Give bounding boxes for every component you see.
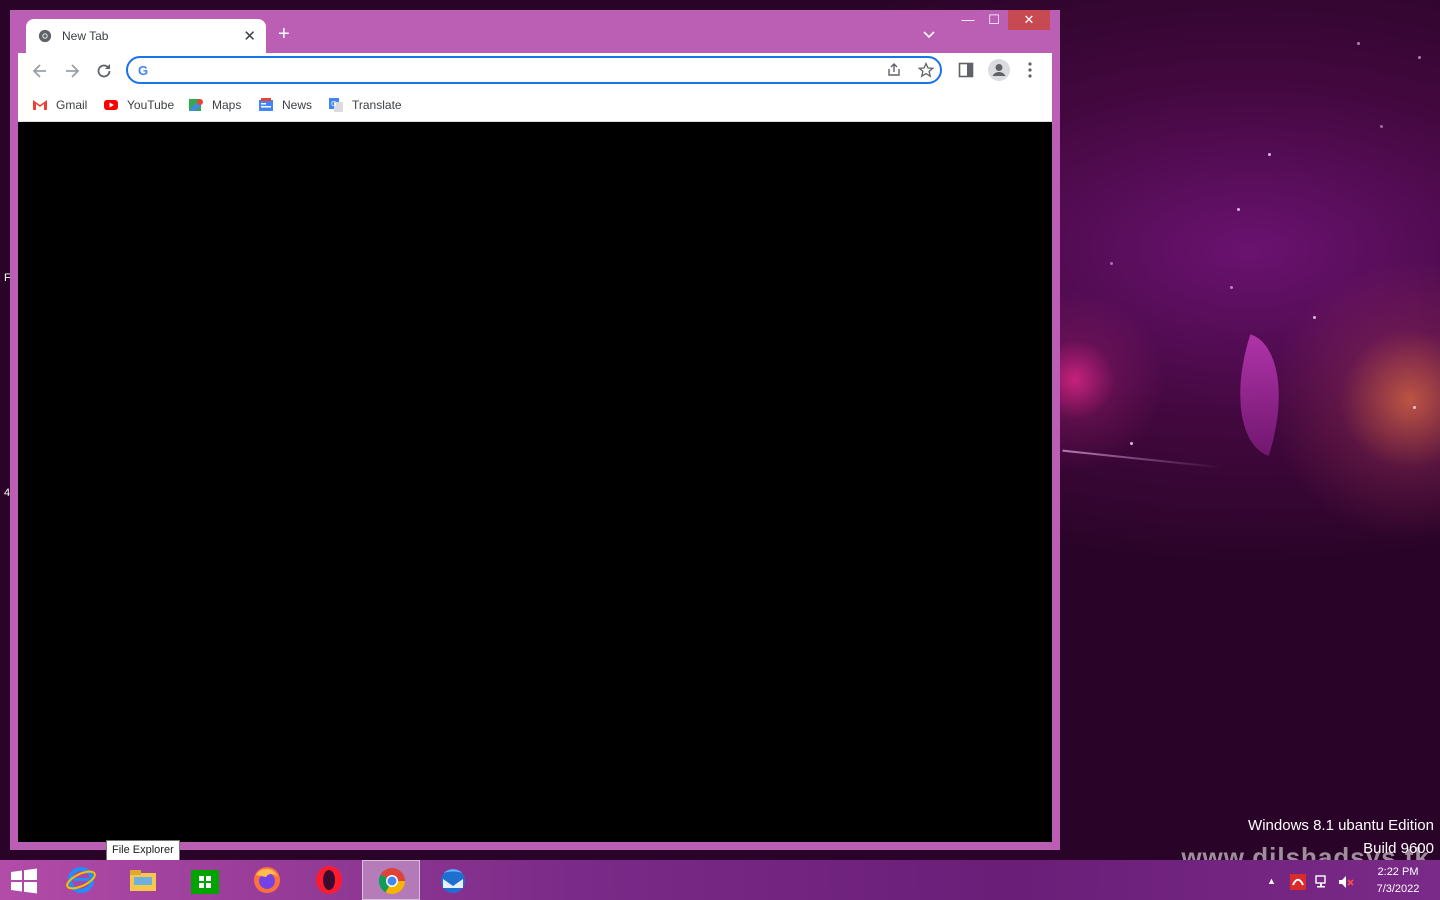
bookmark-label: News xyxy=(282,98,313,112)
address-bar[interactable]: G xyxy=(126,56,942,84)
close-window-button[interactable]: ✕ xyxy=(1008,10,1050,30)
back-arrow-icon[interactable] xyxy=(30,61,50,81)
show-hidden-icons-chevron-icon[interactable]: ▲ xyxy=(1267,876,1283,892)
opera-icon[interactable] xyxy=(300,860,358,900)
tab-search-chevron-icon[interactable] xyxy=(922,28,936,42)
bookmark-label: Gmail xyxy=(56,98,88,112)
side-panel-icon[interactable] xyxy=(958,62,974,78)
volume-muted-icon[interactable] xyxy=(1338,874,1354,890)
tab-new-tab[interactable]: New Tab ✕ xyxy=(26,19,266,53)
store-icon[interactable] xyxy=(176,860,234,900)
maps-icon xyxy=(189,99,203,111)
taskbar: ▲ 2:22 PM 7/3/2022 xyxy=(0,860,1440,900)
tab-title: New Tab xyxy=(62,29,109,43)
bookmark-label: Translate xyxy=(352,98,402,112)
profile-avatar-icon[interactable] xyxy=(988,59,1010,81)
internet-explorer-icon[interactable] xyxy=(52,860,110,900)
bookmark-label: YouTube xyxy=(127,98,175,112)
new-tab-button[interactable]: + xyxy=(278,23,290,45)
svg-text:G: G xyxy=(331,100,336,108)
google-g-icon: G xyxy=(138,63,149,78)
antivirus-tray-icon[interactable] xyxy=(1290,874,1306,890)
page-content-area[interactable] xyxy=(18,122,1052,842)
news-icon xyxy=(259,98,273,111)
tab-close-icon[interactable]: ✕ xyxy=(243,27,256,45)
menu-dots-icon[interactable] xyxy=(1024,60,1036,80)
clock-date: 7/3/2022 xyxy=(1376,883,1420,895)
taskbar-clock[interactable]: 2:22 PM 7/3/2022 xyxy=(1368,864,1428,898)
windows-edition-text: Windows 8.1 ubantu Edition xyxy=(1248,817,1434,834)
network-icon[interactable] xyxy=(1314,874,1330,890)
translate-icon: G xyxy=(329,98,343,112)
forward-arrow-icon[interactable] xyxy=(62,61,82,81)
reload-icon[interactable] xyxy=(94,61,114,81)
chrome-window: New Tab ✕ + — ☐ ✕ G Gmail YouTube Maps N… xyxy=(10,10,1060,850)
minimize-button[interactable]: — xyxy=(954,10,982,30)
clock-time: 2:22 PM xyxy=(1377,866,1419,878)
bookmarks-bar: Gmail YouTube Maps News G Translate xyxy=(18,89,1052,122)
gmail-icon xyxy=(33,100,47,110)
address-input[interactable] xyxy=(158,60,862,82)
bookmark-star-icon[interactable] xyxy=(918,62,934,78)
firefox-icon[interactable] xyxy=(238,860,296,900)
leaf-graphic xyxy=(1216,334,1303,456)
youtube-icon xyxy=(104,100,118,110)
bookmark-label: Maps xyxy=(212,98,242,112)
browser-toolbar: G xyxy=(18,53,1052,89)
maximize-button[interactable]: ☐ xyxy=(980,10,1008,30)
chrome-tab-icon xyxy=(38,29,52,43)
thunderbird-icon[interactable] xyxy=(424,860,482,900)
share-icon[interactable] xyxy=(886,62,902,78)
file-explorer-tooltip: File Explorer xyxy=(106,840,180,861)
start-button-windows-icon[interactable] xyxy=(10,868,38,894)
chrome-icon[interactable] xyxy=(362,860,420,900)
file-explorer-icon[interactable] xyxy=(114,860,172,900)
